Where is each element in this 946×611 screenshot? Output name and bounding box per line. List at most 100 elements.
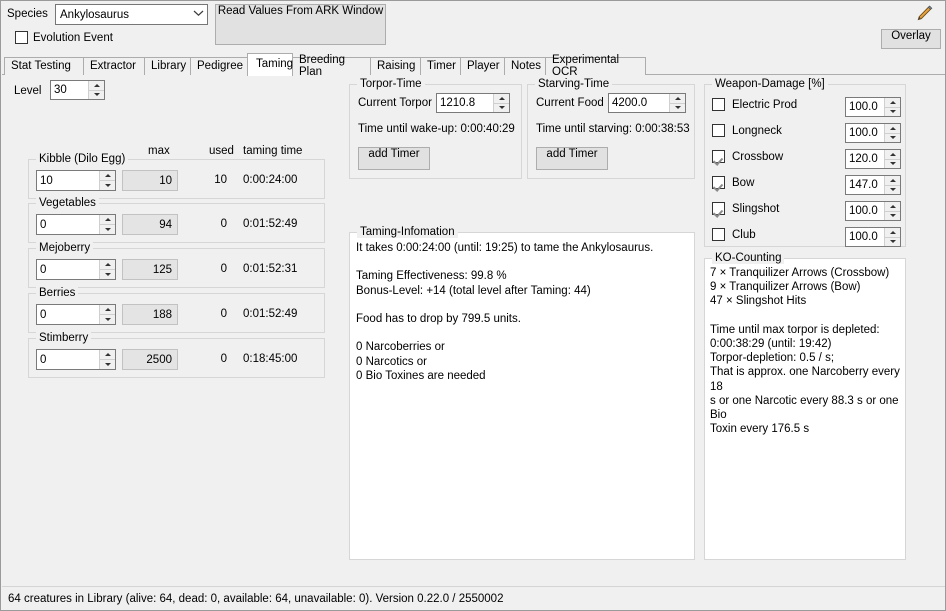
food-amount-stepper[interactable]: 10 — [36, 170, 116, 191]
stepper-up-icon[interactable] — [885, 98, 900, 108]
weapon-damage-stepper-longneck[interactable]: 100.0 — [845, 123, 901, 143]
food-amount-value: 0 — [40, 353, 47, 366]
stepper-up-icon[interactable] — [100, 260, 115, 270]
weapon-damage-stepper-slingshot[interactable]: 100.0 — [845, 201, 901, 221]
stepper-down-icon[interactable] — [100, 181, 115, 190]
stepper-down-icon[interactable] — [100, 360, 115, 369]
tab-raising[interactable]: Raising — [370, 57, 421, 75]
ko-counting-group-title: KO-Counting — [712, 252, 785, 264]
food-stepper-buttons[interactable] — [669, 94, 685, 112]
species-dropdown[interactable]: Ankylosaurus — [55, 4, 208, 25]
weapon-stepper-buttons[interactable] — [884, 98, 900, 116]
stepper-down-icon[interactable] — [89, 90, 104, 99]
starving-time-group: Starving-Time Current Food 4200.0 Time u… — [527, 78, 695, 179]
tab-pedigree[interactable]: Pedigree — [190, 57, 248, 75]
stepper-up-icon[interactable] — [670, 94, 685, 104]
food-stepper-buttons[interactable] — [99, 215, 115, 234]
tab-label: Stat Testing — [11, 59, 71, 72]
stepper-up-icon[interactable] — [494, 94, 509, 104]
stepper-down-icon[interactable] — [100, 270, 115, 279]
torpor-add-timer-button[interactable]: add Timer — [358, 147, 430, 170]
food-amount-stepper[interactable]: 0 — [36, 349, 116, 370]
weapon-damage-value: 120.0 — [849, 153, 878, 165]
weapon-checkbox-club[interactable]: Club — [712, 228, 756, 241]
checkbox-box — [712, 176, 725, 189]
stepper-down-icon[interactable] — [885, 237, 900, 246]
tab-breeding-plan[interactable]: Breeding Plan — [292, 54, 371, 78]
food-amount-stepper[interactable]: 0 — [36, 214, 116, 235]
food-stepper-buttons[interactable] — [99, 171, 115, 190]
stepper-down-icon[interactable] — [885, 185, 900, 194]
tab-stat-testing[interactable]: Stat Testing — [4, 57, 84, 75]
read-values-from-ark-window-button[interactable]: Read Values From ARK Window — [215, 4, 386, 45]
taming-information-group-title: Taming-Infomation — [357, 226, 458, 238]
weapon-stepper-buttons[interactable] — [884, 176, 900, 194]
stepper-up-icon[interactable] — [100, 305, 115, 315]
weapon-stepper-buttons[interactable] — [884, 150, 900, 168]
stepper-down-icon[interactable] — [885, 211, 900, 220]
weapon-checkbox-electric-prod[interactable]: Electric Prod — [712, 98, 797, 111]
stepper-down-icon[interactable] — [670, 103, 685, 112]
tab-library[interactable]: Library — [144, 57, 191, 75]
pencil-icon[interactable] — [913, 4, 935, 24]
tab-timer[interactable]: Timer — [420, 57, 461, 75]
stepper-up-icon[interactable] — [885, 150, 900, 160]
checkbox-box — [712, 124, 725, 137]
food-stepper-buttons[interactable] — [99, 305, 115, 324]
weapon-stepper-buttons[interactable] — [884, 202, 900, 220]
stepper-down-icon[interactable] — [494, 103, 509, 112]
food-taming-time-value: 0:00:24:00 — [243, 174, 298, 186]
overlay-button[interactable]: Overlay — [881, 29, 941, 49]
starving-add-timer-label: add Timer — [546, 148, 598, 160]
stepper-up-icon[interactable] — [885, 176, 900, 186]
tab-experimental-ocr[interactable]: Experimental OCR — [545, 54, 646, 77]
food-amount-stepper[interactable]: 0 — [36, 304, 116, 325]
stepper-down-icon[interactable] — [100, 225, 115, 234]
stepper-up-icon[interactable] — [885, 228, 900, 238]
weapon-stepper-buttons[interactable] — [884, 124, 900, 142]
evolution-event-checkbox[interactable]: Evolution Event — [15, 31, 113, 44]
stepper-down-icon[interactable] — [885, 107, 900, 116]
stepper-up-icon[interactable] — [885, 202, 900, 212]
weapon-checkbox-crossbow[interactable]: Crossbow — [712, 150, 783, 163]
tab-player[interactable]: Player — [460, 57, 505, 75]
checkbox-box — [15, 31, 28, 44]
stepper-down-icon[interactable] — [100, 315, 115, 324]
tab-label: Breeding Plan — [299, 54, 346, 78]
weapon-checkbox-bow[interactable]: Bow — [712, 176, 754, 189]
food-stepper-buttons[interactable] — [99, 260, 115, 279]
food-taming-time-value: 0:01:52:31 — [243, 263, 298, 275]
stepper-up-icon[interactable] — [100, 215, 115, 225]
weapon-checkbox-longneck[interactable]: Longneck — [712, 124, 782, 137]
weapon-checkbox-slingshot[interactable]: Slingshot — [712, 202, 779, 215]
current-torpor-stepper[interactable]: 1210.8 — [436, 93, 510, 113]
weapon-stepper-buttons[interactable] — [884, 228, 900, 246]
weapon-name-label: Bow — [732, 176, 755, 189]
starving-add-timer-button[interactable]: add Timer — [536, 147, 608, 170]
tab-taming[interactable]: Taming — [247, 53, 293, 76]
level-stepper[interactable]: 30 — [50, 80, 105, 100]
food-stepper-buttons[interactable] — [99, 350, 115, 369]
tab-notes[interactable]: Notes — [504, 57, 546, 75]
weapon-damage-value: 100.0 — [849, 231, 878, 243]
stepper-down-icon[interactable] — [885, 159, 900, 168]
weapon-damage-stepper-bow[interactable]: 147.0 — [845, 175, 901, 195]
torpor-stepper-buttons[interactable] — [493, 94, 509, 112]
weapon-damage-value: 100.0 — [849, 127, 878, 139]
tab-extractor[interactable]: Extractor — [83, 57, 145, 75]
weapon-damage-stepper-electric-prod[interactable]: 100.0 — [845, 97, 901, 117]
stepper-up-icon[interactable] — [100, 350, 115, 360]
stepper-up-icon[interactable] — [885, 124, 900, 134]
tab-label: Raising — [377, 59, 416, 72]
food-name-label: Kibble (Dilo Egg) — [36, 153, 129, 165]
stepper-up-icon[interactable] — [89, 81, 104, 91]
weapon-damage-stepper-crossbow[interactable]: 120.0 — [845, 149, 901, 169]
stepper-up-icon[interactable] — [100, 171, 115, 181]
stepper-down-icon[interactable] — [885, 133, 900, 142]
food-amount-stepper[interactable]: 0 — [36, 259, 116, 280]
current-food-stepper[interactable]: 4200.0 — [608, 93, 686, 113]
food-used-value: 0 — [220, 308, 227, 320]
weapon-damage-stepper-club[interactable]: 100.0 — [845, 227, 901, 247]
level-stepper-buttons[interactable] — [88, 81, 104, 99]
food-name-label: Berries — [36, 287, 79, 299]
